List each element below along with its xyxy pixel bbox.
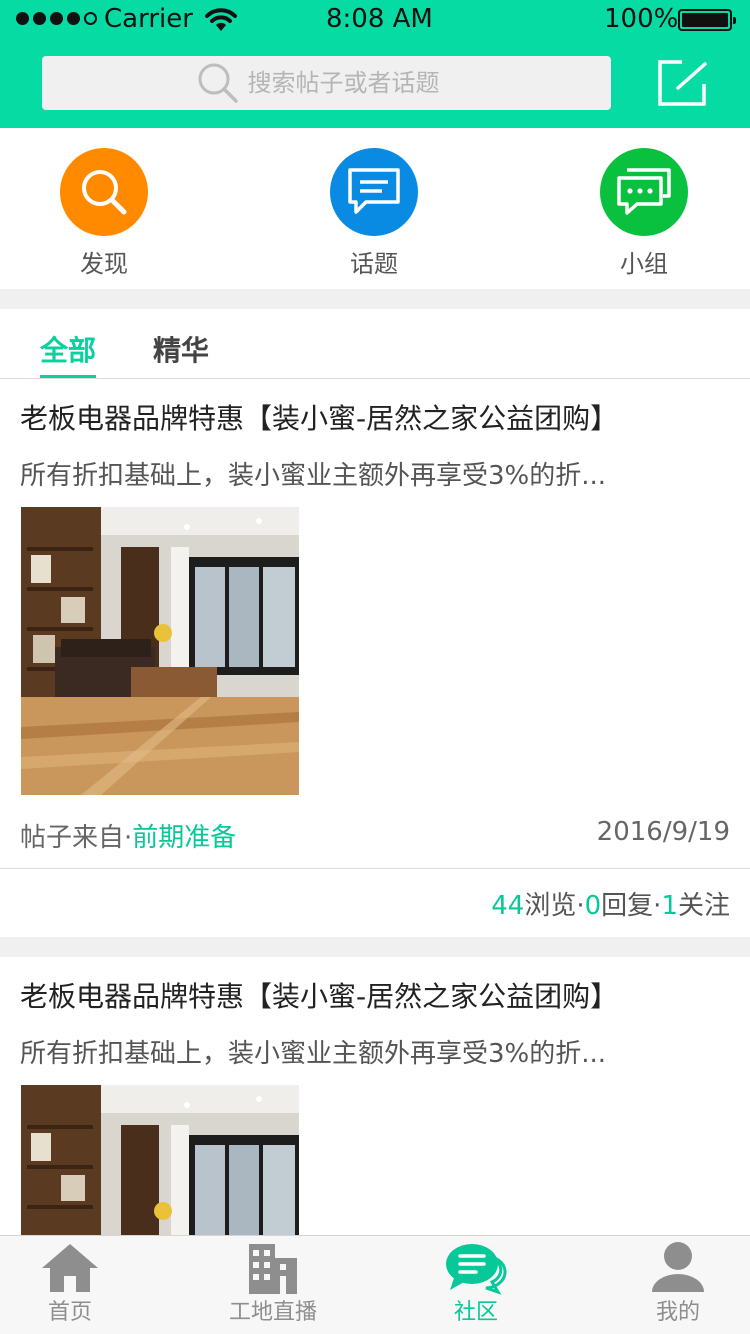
wifi-icon — [205, 8, 237, 31]
search-input[interactable] — [247, 69, 458, 97]
section-divider — [0, 937, 750, 957]
tabbar-label: 首页 — [47, 1300, 92, 1325]
user-icon — [652, 1242, 704, 1292]
bottom-tab-bar: 首页 工地直播 社区 我的 — [0, 1235, 750, 1334]
search-icon — [198, 63, 238, 103]
tabbar-me[interactable]: 我的 — [618, 1240, 738, 1326]
category-label: 发现 — [80, 250, 128, 278]
post-title[interactable]: 老板电器品牌特惠【装小蜜-居然之家公益团购】 — [20, 975, 618, 1015]
tabbar-home[interactable]: 首页 — [10, 1240, 130, 1326]
community-chat-icon — [446, 1244, 507, 1295]
category-label: 小组 — [620, 250, 668, 278]
building-icon — [249, 1244, 297, 1294]
carrier-label: Carrier — [104, 4, 193, 34]
post-summary: 所有折扣基础上，装小蜜业主额外再享受3%的折... — [20, 1039, 607, 1069]
category-row: 发现 话题 小组 — [0, 128, 750, 289]
category-group[interactable]: 小组 — [589, 148, 699, 279]
category-topic[interactable]: 话题 — [319, 148, 429, 279]
message-icon — [330, 148, 418, 236]
tabbar-label: 工地直播 — [228, 1300, 317, 1325]
source-tag-link[interactable]: 前期准备 — [132, 823, 236, 853]
tabbar-community[interactable]: 社区 — [416, 1240, 536, 1326]
post-card[interactable]: 老板电器品牌特惠【装小蜜-居然之家公益团购】 所有折扣基础上，装小蜜业主额外再享… — [0, 957, 750, 1235]
post-stats: 44浏览·0回复·1关注 — [491, 885, 730, 922]
post-image[interactable] — [21, 1085, 299, 1235]
chat-group-icon — [600, 148, 688, 236]
tab-featured[interactable]: 精华 — [153, 329, 209, 369]
signal-icon — [16, 12, 97, 25]
tabbar-site-live[interactable]: 工地直播 — [213, 1240, 333, 1326]
post-summary: 所有折扣基础上，装小蜜业主额外再享受3%的折... — [20, 461, 607, 491]
app-header: Carrier 8:08 AM 100% — [0, 0, 750, 128]
replies-count: 0 — [584, 891, 602, 921]
follows-label: 关注 — [677, 891, 730, 921]
compose-icon[interactable] — [656, 58, 708, 108]
tabbar-label: 我的 — [655, 1300, 700, 1325]
post-title[interactable]: 老板电器品牌特惠【装小蜜-居然之家公益团购】 — [20, 397, 618, 437]
tab-all[interactable]: 全部 — [40, 329, 96, 369]
source-prefix: 帖子来自· — [20, 823, 133, 853]
search-icon — [60, 148, 148, 236]
section-divider — [0, 289, 750, 309]
views-label: 浏览· — [524, 891, 585, 921]
category-label: 话题 — [350, 250, 398, 278]
post-divider — [0, 868, 750, 869]
battery-percent: 100% — [604, 4, 679, 34]
post-source: 帖子来自·前期准备 — [20, 817, 236, 854]
clock: 8:08 AM — [326, 4, 433, 34]
active-tab-indicator — [40, 375, 96, 378]
battery-icon — [678, 9, 736, 31]
post-card[interactable]: 老板电器品牌特惠【装小蜜-居然之家公益团购】 所有折扣基础上，装小蜜业主额外再享… — [0, 379, 750, 937]
post-tabs: 全部 精华 — [0, 309, 750, 379]
home-icon — [42, 1244, 98, 1292]
follows-count: 1 — [661, 891, 678, 921]
tabbar-label: 社区 — [453, 1300, 498, 1325]
post-image[interactable] — [21, 507, 299, 795]
status-bar: Carrier 8:08 AM 100% — [0, 0, 750, 40]
views-count: 44 — [491, 891, 525, 921]
category-discover[interactable]: 发现 — [49, 148, 159, 279]
search-bar[interactable] — [42, 56, 611, 110]
post-date: 2016/9/19 — [596, 817, 730, 847]
replies-label: 回复· — [601, 891, 662, 921]
